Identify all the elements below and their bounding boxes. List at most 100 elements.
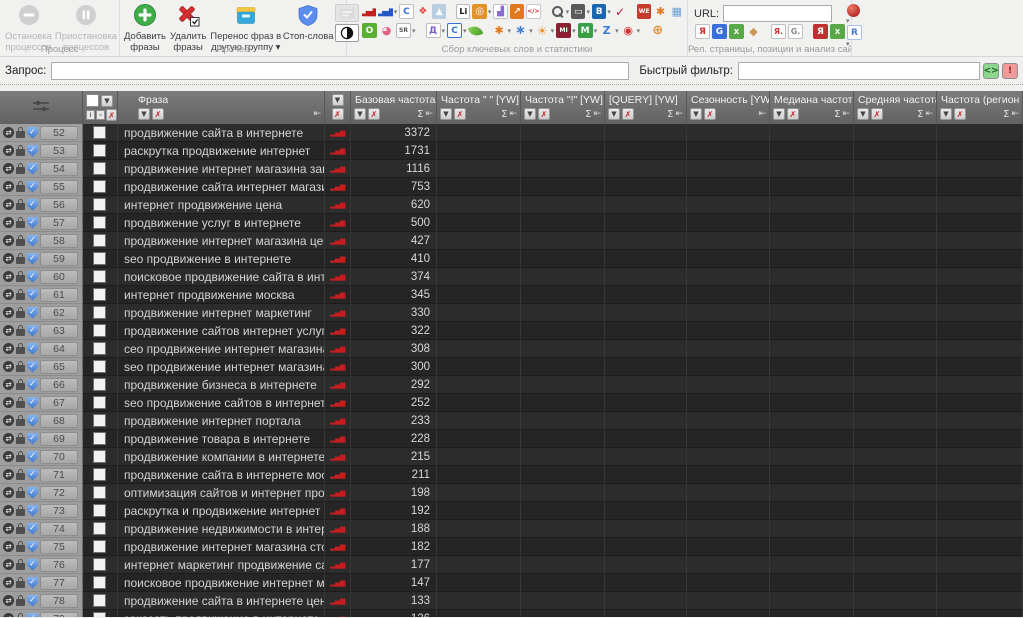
transfer-icon[interactable]: ⇄ xyxy=(3,379,14,390)
mini-chart-icon[interactable]: ▂▄▆ xyxy=(330,507,345,515)
row-checkbox[interactable] xyxy=(93,288,106,301)
row-checkbox-cell[interactable] xyxy=(83,142,118,160)
mini-chart-icon[interactable]: ▂▄▆ xyxy=(330,417,345,425)
row-number-button[interactable]: 78 xyxy=(40,593,78,608)
shield-check-icon[interactable]: ✓ xyxy=(27,198,38,211)
row-checkbox-cell[interactable] xyxy=(83,250,118,268)
lock-icon[interactable] xyxy=(16,487,25,498)
regex-filter-button[interactable]: <> xyxy=(983,62,999,79)
mini-chart-icon[interactable]: ▂▄▆ xyxy=(330,579,345,587)
filter-clear-icon[interactable]: ✗ xyxy=(787,108,799,120)
mini-chart-icon[interactable]: ▂▄▆ xyxy=(330,255,345,263)
row-number-button[interactable]: 64 xyxy=(40,341,78,356)
serp-parser-icon[interactable]: SR xyxy=(396,23,411,38)
row-checkbox[interactable] xyxy=(93,450,106,463)
filter-edit-icon[interactable]: ▼ xyxy=(440,108,452,120)
row-number-button[interactable]: 67 xyxy=(40,395,78,410)
phrase-history-cell[interactable]: ▂▄▆ xyxy=(325,304,351,322)
row-number-button[interactable]: 68 xyxy=(40,413,78,428)
column-title[interactable]: Базовая частота xyxy=(351,91,436,106)
row-checkbox-cell[interactable] xyxy=(83,376,118,394)
row-number-button[interactable]: 62 xyxy=(40,305,78,320)
phrase-cell[interactable]: продвижение сайтов интернет услуги xyxy=(118,322,325,340)
globe-icon[interactable]: ⊕ xyxy=(650,23,665,38)
pin-column-icon[interactable]: ⇤ xyxy=(593,109,601,119)
shield-check-icon[interactable]: ✓ xyxy=(27,558,38,571)
transfer-icon[interactable]: ⇄ xyxy=(3,271,14,282)
transfer-icon[interactable]: ⇄ xyxy=(3,307,14,318)
row-checkbox-cell[interactable] xyxy=(83,124,118,142)
dropdown-caret-icon[interactable]: ▾ xyxy=(442,27,446,35)
phrase-cell[interactable]: продвижение интернет маркетинг xyxy=(118,304,325,322)
row-number-button[interactable]: 56 xyxy=(40,197,78,212)
mini-chart-icon[interactable]: ▂▄▆ xyxy=(330,615,345,618)
google-page-icon[interactable]: G xyxy=(712,24,727,39)
export-xls2-icon[interactable]: X xyxy=(830,24,845,39)
row-checkbox-cell[interactable] xyxy=(83,160,118,178)
row-checkbox-cell[interactable] xyxy=(83,322,118,340)
row-checkbox-cell[interactable] xyxy=(83,448,118,466)
lock-icon[interactable] xyxy=(16,559,25,570)
wordstat-red-icon[interactable]: ▂▄▆ xyxy=(362,4,376,19)
lock-icon[interactable] xyxy=(16,541,25,552)
row-checkbox-cell[interactable] xyxy=(83,286,118,304)
dropdown-caret-icon[interactable]: ▾ xyxy=(566,8,570,16)
lock-icon[interactable] xyxy=(16,199,25,210)
row-checkbox-cell[interactable] xyxy=(83,520,118,538)
shield-check-icon[interactable]: ✓ xyxy=(27,432,38,445)
phrase-cell[interactable]: раскрутка продвижение интернет xyxy=(118,142,325,160)
row-checkbox-cell[interactable] xyxy=(83,556,118,574)
filter-clear-icon[interactable]: ✗ xyxy=(454,108,466,120)
row-number-button[interactable]: 74 xyxy=(40,521,78,536)
row-checkbox[interactable] xyxy=(93,504,106,517)
phrase-history-cell[interactable]: ▂▄▆ xyxy=(325,340,351,358)
phrase-cell[interactable]: оптимизация сайтов и интернет продвиж xyxy=(118,484,325,502)
yandex-analysis-icon[interactable]: Я xyxy=(813,24,828,39)
phrase-history-cell[interactable]: ▂▄▆ xyxy=(325,124,351,142)
row-number-button[interactable]: 58 xyxy=(40,233,78,248)
lock-icon[interactable] xyxy=(16,343,25,354)
lock-icon[interactable] xyxy=(16,433,25,444)
mini-chart-icon[interactable]: ▂▄▆ xyxy=(330,345,345,353)
transfer-icon[interactable]: ⇄ xyxy=(3,145,14,156)
row-number-button[interactable]: 66 xyxy=(40,377,78,392)
adwords-c-icon[interactable]: C xyxy=(447,23,463,38)
lock-icon[interactable] xyxy=(16,289,25,300)
dropdown-caret-icon[interactable]: ▾ xyxy=(551,27,555,35)
shield-check-icon[interactable]: ✓ xyxy=(27,324,38,337)
lock-icon[interactable] xyxy=(16,523,25,534)
mini-chart-icon[interactable]: ▂▄▆ xyxy=(330,381,345,389)
phrase-cell[interactable]: сео продвижение интернет магазина xyxy=(118,340,325,358)
mini-chart-icon[interactable]: ▂▄▆ xyxy=(330,183,345,191)
mini-chart-icon[interactable]: ▂▄▆ xyxy=(330,129,345,137)
row-checkbox-cell[interactable] xyxy=(83,502,118,520)
leaf-icon[interactable] xyxy=(467,23,483,38)
clear-selection-button[interactable]: ▫ xyxy=(96,110,106,120)
shield-check-icon[interactable]: ✓ xyxy=(27,216,38,229)
filter-clear-icon[interactable]: ✗ xyxy=(622,108,634,120)
google-position-icon[interactable]: G. xyxy=(788,24,803,39)
lock-icon[interactable] xyxy=(16,145,25,156)
row-checkbox-cell[interactable] xyxy=(83,304,118,322)
phrase-cell[interactable]: продвижение интернет магазина стоимо xyxy=(118,538,325,556)
transfer-icon[interactable]: ⇄ xyxy=(3,469,14,480)
invert-selection-button[interactable]: I xyxy=(86,110,96,120)
phrase-cell[interactable]: поисковое продвижение сайта в интерне xyxy=(118,268,325,286)
phrase-history-cell[interactable]: ▂▄▆ xyxy=(325,196,351,214)
phrase-history-cell[interactable]: ▂▄▆ xyxy=(325,592,351,610)
filter-clear-icon[interactable]: ✗ xyxy=(152,108,164,120)
column-header-сезонность-yw[interactable]: Сезонность [YW ▼ ✗ ⇤ xyxy=(687,91,770,124)
transfer-icon[interactable]: ⇄ xyxy=(3,325,14,336)
row-checkbox[interactable] xyxy=(93,432,106,445)
row-checkbox[interactable] xyxy=(93,360,106,373)
alert-filter-button[interactable]: ! xyxy=(1002,62,1018,79)
dropdown-caret-icon[interactable]: ▾ xyxy=(508,27,512,35)
mini-chart-icon[interactable]: ▂▄▆ xyxy=(330,237,345,245)
transfer-icon[interactable]: ⇄ xyxy=(3,415,14,426)
sum-icon[interactable]: Σ xyxy=(917,109,923,120)
row-checkbox[interactable] xyxy=(93,234,106,247)
sum-icon[interactable]: Σ xyxy=(1003,109,1009,120)
row-number-button[interactable]: 77 xyxy=(40,575,78,590)
row-checkbox[interactable] xyxy=(93,594,106,607)
column-header-частота-yw-[interactable]: Частота " " [YW] ▼ ✗ Σ ⇤ xyxy=(437,91,521,124)
